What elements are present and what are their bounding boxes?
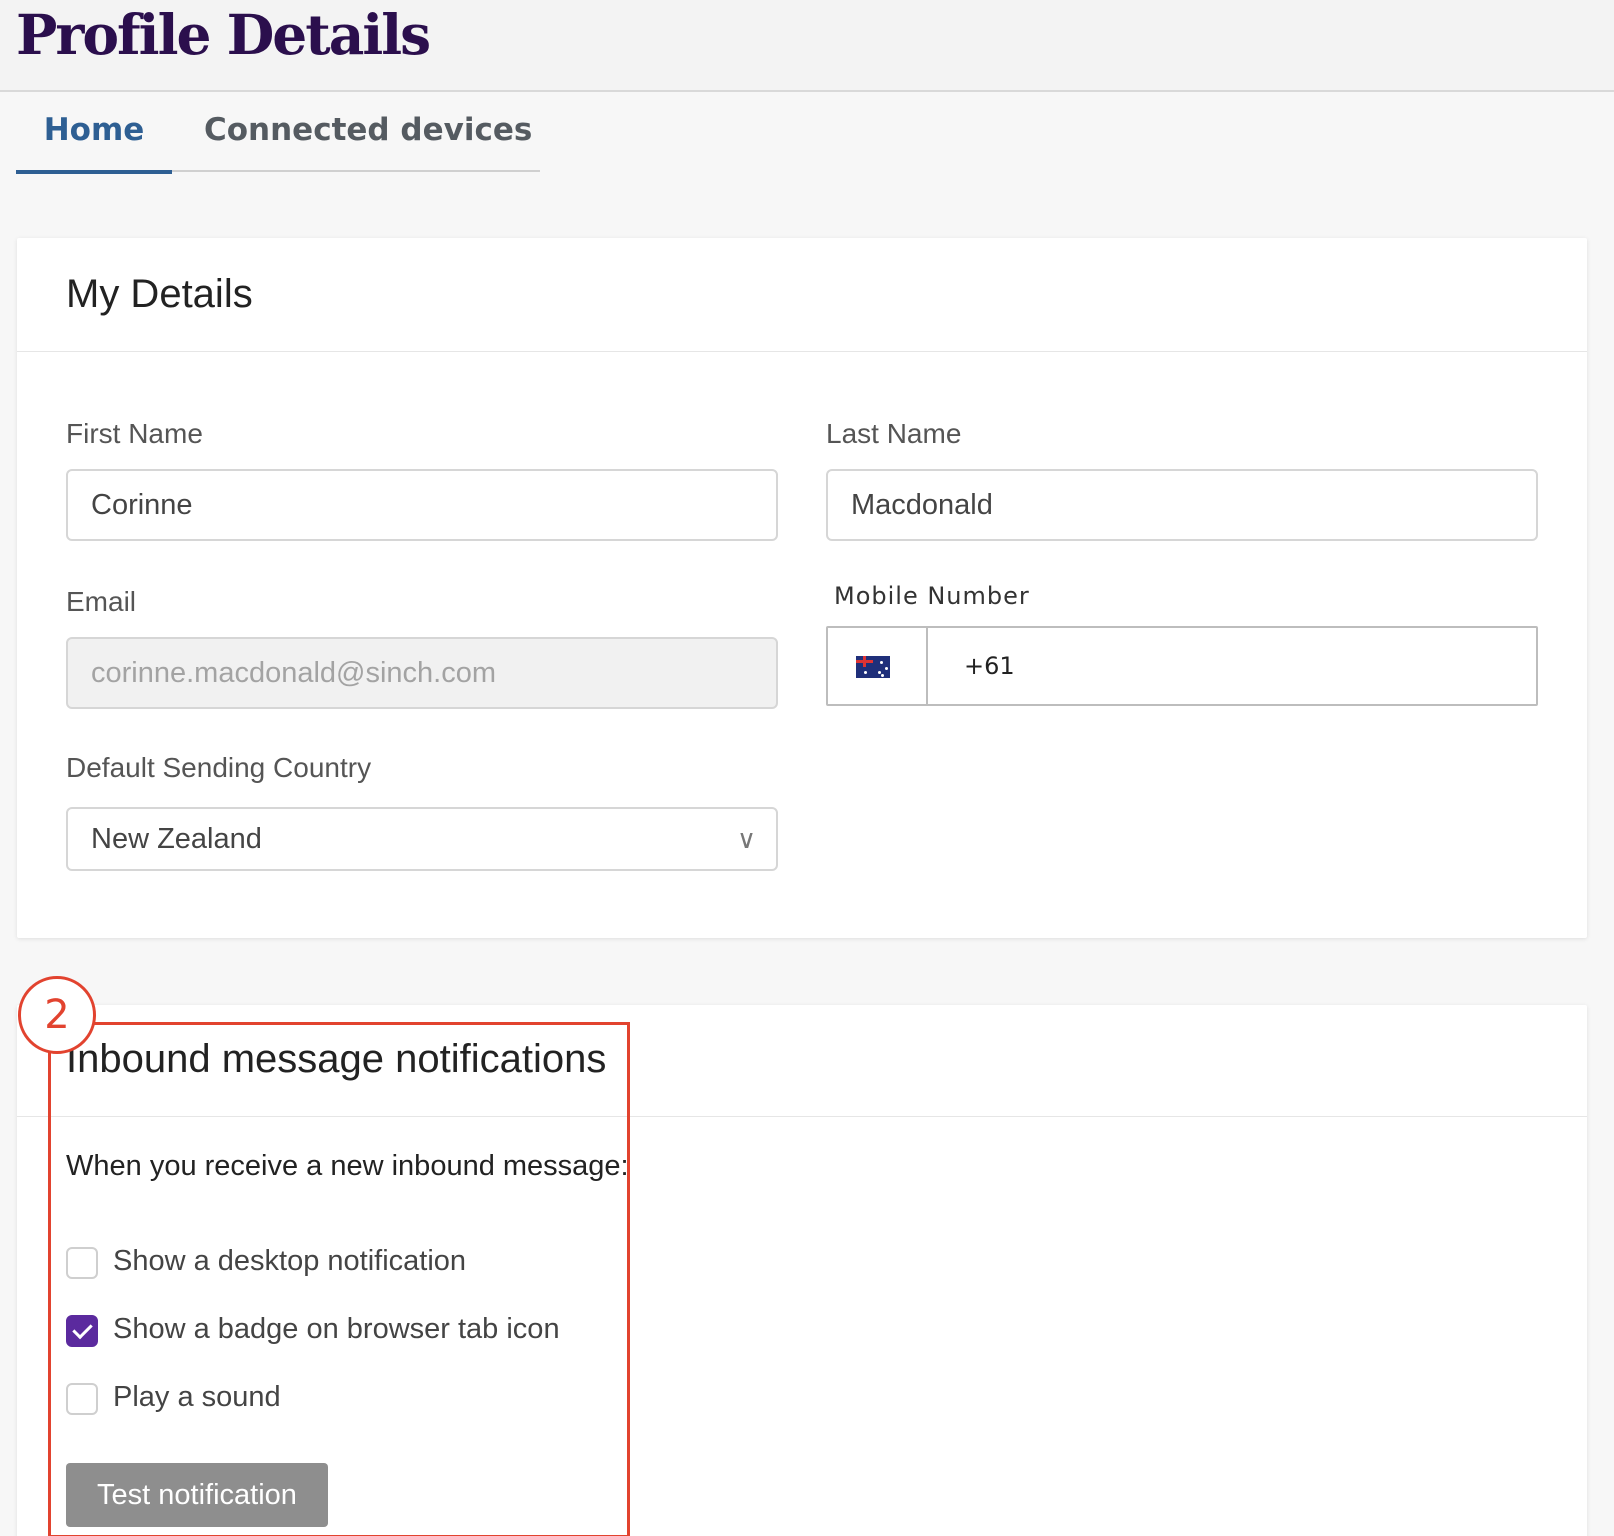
- mobile-number-label: Mobile Number: [834, 582, 1030, 610]
- australia-flag-icon: [856, 656, 890, 678]
- email-label: Email: [66, 586, 137, 617]
- annotation-highlight-box: [48, 1022, 630, 1536]
- default-country-select[interactable]: New Zealand ∨: [66, 807, 778, 871]
- page-title: Profile Details: [16, 2, 431, 67]
- active-tab-indicator: [16, 170, 172, 174]
- tab-bar: Home Connected devices: [16, 92, 540, 174]
- first-name-label: First Name: [66, 418, 203, 449]
- my-details-header: My Details: [17, 238, 1587, 352]
- my-details-title: My Details: [66, 272, 253, 316]
- chevron-down-icon: ∨: [736, 824, 756, 854]
- tab-home-label: Home: [43, 112, 145, 148]
- page-header: Profile Details: [0, 0, 1614, 92]
- tab-connected-devices-label: Connected devices: [204, 112, 533, 148]
- my-details-card: My Details First Name Corinne Last Name …: [17, 238, 1587, 938]
- email-input: corinne.macdonald@sinch.com: [66, 637, 778, 709]
- default-country-value: New Zealand: [91, 823, 262, 855]
- tab-home[interactable]: Home: [16, 112, 172, 174]
- default-country-label: Default Sending Country: [66, 752, 372, 783]
- mobile-number-field: +61: [826, 626, 1538, 706]
- annotation-step-number: 2: [18, 976, 96, 1054]
- country-code-selector[interactable]: [828, 628, 928, 704]
- tab-connected-devices[interactable]: Connected devices: [204, 112, 532, 172]
- first-name-input[interactable]: Corinne: [66, 469, 778, 541]
- last-name-label: Last Name: [826, 418, 962, 449]
- last-name-input[interactable]: Macdonald: [826, 469, 1538, 541]
- mobile-number-input[interactable]: +61: [964, 628, 1015, 704]
